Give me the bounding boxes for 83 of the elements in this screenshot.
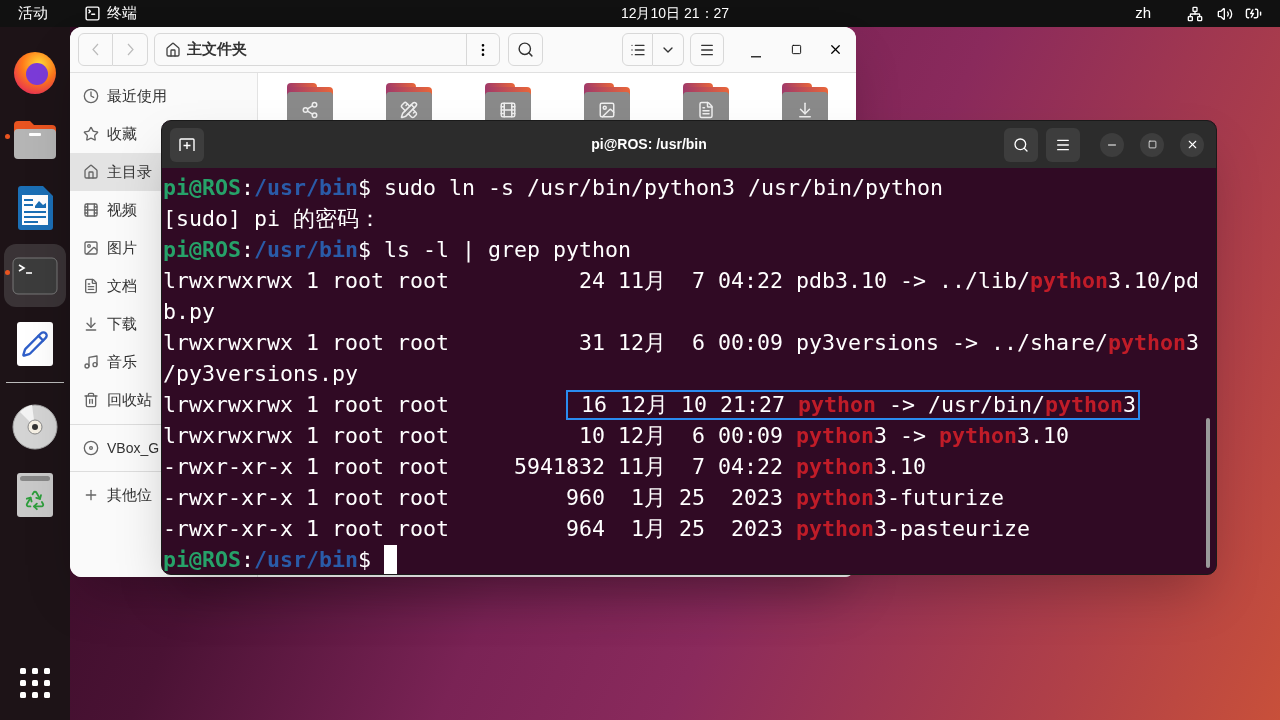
download-icon — [796, 100, 814, 119]
clock[interactable]: 12月10日 21：27 — [524, 3, 826, 24]
search-button[interactable] — [508, 33, 543, 66]
sidebar-item[interactable]: 下载 — [70, 305, 162, 343]
terminal-app-icon — [12, 256, 58, 295]
sidebar-item-icon — [83, 354, 99, 370]
volume-icon[interactable] — [1217, 5, 1233, 22]
document-icon — [697, 100, 715, 119]
window-title: pi@ROS: /usr/bin — [590, 135, 708, 154]
sidebar-item-icon — [83, 202, 99, 218]
disc-icon — [12, 403, 58, 450]
terminal-line: /py3versions.py — [163, 360, 358, 388]
maximize-icon — [790, 44, 802, 55]
sidebar-item-icon — [83, 126, 99, 142]
plus-icon — [83, 487, 99, 503]
sidebar-item-icon — [83, 240, 99, 256]
recycle-bin-icon — [17, 472, 53, 517]
view-button[interactable] — [622, 33, 653, 66]
path-label[interactable]: 主文件夹 — [187, 38, 247, 61]
sidebar-item-icon — [83, 88, 99, 104]
terminal-line: -rwxr-xr-x 1 root root 964 1月 25 2023 python3-pasteurize — [163, 515, 1031, 543]
sidebar-item[interactable]: 其他位 — [70, 477, 162, 513]
terminal-line: -rwxr-xr-x 1 root root 5941832 11月 7 04:22 python3.10 — [163, 453, 927, 481]
close-button[interactable] — [1180, 132, 1204, 157]
ruler-pencil-icon — [400, 100, 418, 119]
maximize-button[interactable] — [1140, 132, 1164, 157]
terminal-line: lrwxrwxrwx 1 root root 31 12月 6 00:09 py3versions -> ../share/python3 — [163, 329, 1200, 357]
menu-button[interactable] — [1046, 127, 1080, 162]
sidebar-item[interactable]: 最近使用 — [70, 77, 257, 115]
terminal-line: lrwxrwxrwx 1 root root 10 12月 6 00:09 python3 -> python3.10 — [163, 422, 1070, 450]
path-bar[interactable]: 主文件夹 — [154, 33, 500, 66]
text-editor-icon — [17, 321, 53, 366]
sidebar-item[interactable]: 音乐 — [70, 343, 162, 381]
folder-icon[interactable] — [683, 83, 729, 120]
image-icon — [598, 100, 616, 119]
search-icon — [1013, 136, 1029, 153]
terminal-line: pi@ROS:/usr/bin$ ls -l | grep python — [163, 236, 632, 265]
new-tab-icon — [179, 137, 195, 152]
scrollbar[interactable] — [1206, 418, 1210, 568]
terminal-line: -rwxr-xr-x 1 root root 960 1月 25 2023 python3-futurize — [163, 484, 1005, 512]
folder-icon[interactable] — [782, 83, 828, 120]
sidebar-item-icon — [83, 316, 99, 332]
film-icon — [499, 100, 517, 119]
terminal-line: [sudo] pi 的密码： — [163, 205, 381, 233]
terminal-line: lrwxrwxrwx 1 root root — [163, 391, 450, 419]
highlight-box: 16 12月 10 21:27 python -> /usr/bin/python3 — [566, 389, 1141, 420]
app-name[interactable]: 终端 — [107, 2, 137, 25]
folder-icon[interactable] — [287, 83, 333, 120]
folder-icon[interactable] — [485, 83, 531, 120]
menu-button[interactable] — [690, 33, 724, 66]
terminal-icon — [84, 5, 101, 22]
network-icon[interactable] — [1187, 5, 1203, 22]
disc-icon — [83, 440, 99, 456]
home-icon — [165, 41, 181, 58]
sidebar-item-icon — [83, 392, 99, 408]
terminal-line: pi@ROS:/usr/bin$ — [163, 546, 373, 574]
forward-icon — [126, 43, 134, 56]
maximize-icon — [1147, 140, 1157, 149]
app-grid-icon[interactable] — [20, 668, 50, 698]
sidebar-item[interactable]: 视频 — [70, 191, 162, 229]
sidebar-item[interactable]: VBox_G — [70, 430, 162, 466]
sidebar-item-icon — [83, 278, 99, 294]
minimize-icon — [751, 55, 761, 58]
search-button[interactable] — [1004, 127, 1038, 162]
folder-icon[interactable] — [386, 83, 432, 120]
sidebar-item[interactable]: 主目录 — [70, 153, 162, 191]
input-method[interactable]: zh — [1135, 2, 1151, 25]
sidebar-item-icon — [83, 164, 99, 180]
sidebar-item[interactable]: 收藏 — [70, 115, 162, 153]
folder-icon[interactable] — [584, 83, 630, 120]
terminal-line: pi@ROS:/usr/bin$ sudo ln -s /usr/bin/python3 /usr/bin/python — [163, 174, 944, 202]
activities-button[interactable]: 活动 — [18, 2, 84, 25]
sidebar-item[interactable]: 回收站 — [70, 381, 162, 419]
share-icon — [301, 100, 319, 119]
sidebar-item[interactable]: 文档 — [70, 267, 162, 305]
back-icon — [92, 43, 99, 56]
terminal-line: b.py — [163, 298, 215, 326]
terminal-line: lrwxrwxrwx 1 root root 24 11月 7 04:22 pdb3.10 -> ../lib/python3.10/pd — [163, 267, 1200, 295]
sidebar-item[interactable]: 图片 — [70, 229, 162, 267]
folder-app-icon — [12, 118, 58, 161]
document-app-icon — [16, 184, 54, 231]
search-icon — [517, 41, 534, 58]
new-tab-button[interactable] — [170, 127, 204, 162]
